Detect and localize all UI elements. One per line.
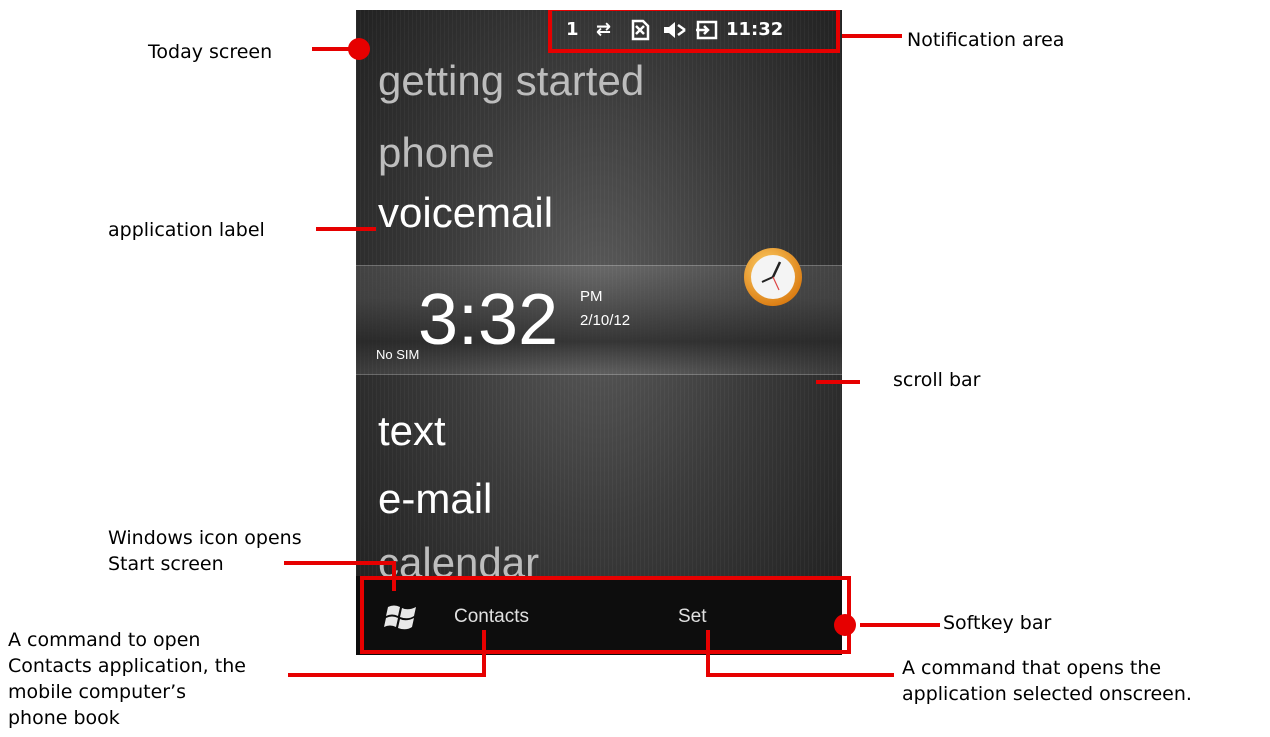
leader-line-softkey (860, 623, 940, 627)
leader-line-contacts-v (482, 630, 486, 677)
annotation-contacts-line3: mobile computer’s (8, 681, 187, 703)
annotation-contacts-line4: phone book (8, 707, 120, 729)
menu-item-phone[interactable]: phone (378, 130, 495, 176)
notification-area-highlight (548, 10, 840, 53)
menu-item-calendar[interactable]: calendar (378, 540, 539, 576)
leader-line-notification (842, 34, 902, 38)
annotation-set-line1: A command that opens the (902, 657, 1162, 679)
leader-dot-today (348, 38, 370, 60)
clock-time: 3:32 (418, 280, 559, 360)
annotation-notification-area: Notification area (907, 29, 1065, 51)
softkey-bar-highlight (360, 576, 851, 654)
leader-line-set-h (706, 673, 894, 677)
annotation-today-screen: Today screen (148, 41, 273, 63)
leader-line-windows-v (392, 561, 396, 591)
annotation-contacts-line1: A command to open (8, 629, 201, 651)
menu-item-voicemail[interactable]: voicemail (378, 190, 553, 236)
leader-dot-softkey (834, 614, 856, 636)
menu-item-getting-started[interactable]: getting started (378, 58, 644, 104)
menu-item-text[interactable]: text (378, 408, 446, 454)
annotation-scroll-bar: scroll bar (893, 369, 981, 391)
leader-line-contacts-h (288, 673, 486, 677)
leader-line-app-label (316, 227, 376, 231)
leader-line-windows-h (284, 561, 396, 565)
clock-date: 2/10/12 (580, 312, 631, 329)
clock-ampm: PM (580, 288, 603, 305)
leader-line-set-v (706, 630, 710, 677)
annotation-set-line2: application selected onscreen. (902, 683, 1192, 705)
clock-icon (744, 248, 802, 306)
annotation-softkey-bar: Softkey bar (943, 612, 1052, 634)
leader-line-scroll (816, 380, 860, 384)
annotation-windows-icon-line1: Windows icon opens (108, 527, 302, 549)
annotation-contacts-line2: Contacts application, the (8, 655, 246, 677)
today-screen: 1 ⇄ 11:32 getting started phone voicemai… (356, 10, 842, 655)
annotation-windows-icon-line2: Start screen (108, 553, 224, 575)
sim-status: No SIM (376, 347, 420, 362)
menu-item-email[interactable]: e-mail (378, 476, 492, 522)
annotation-application-label: application label (108, 219, 265, 241)
